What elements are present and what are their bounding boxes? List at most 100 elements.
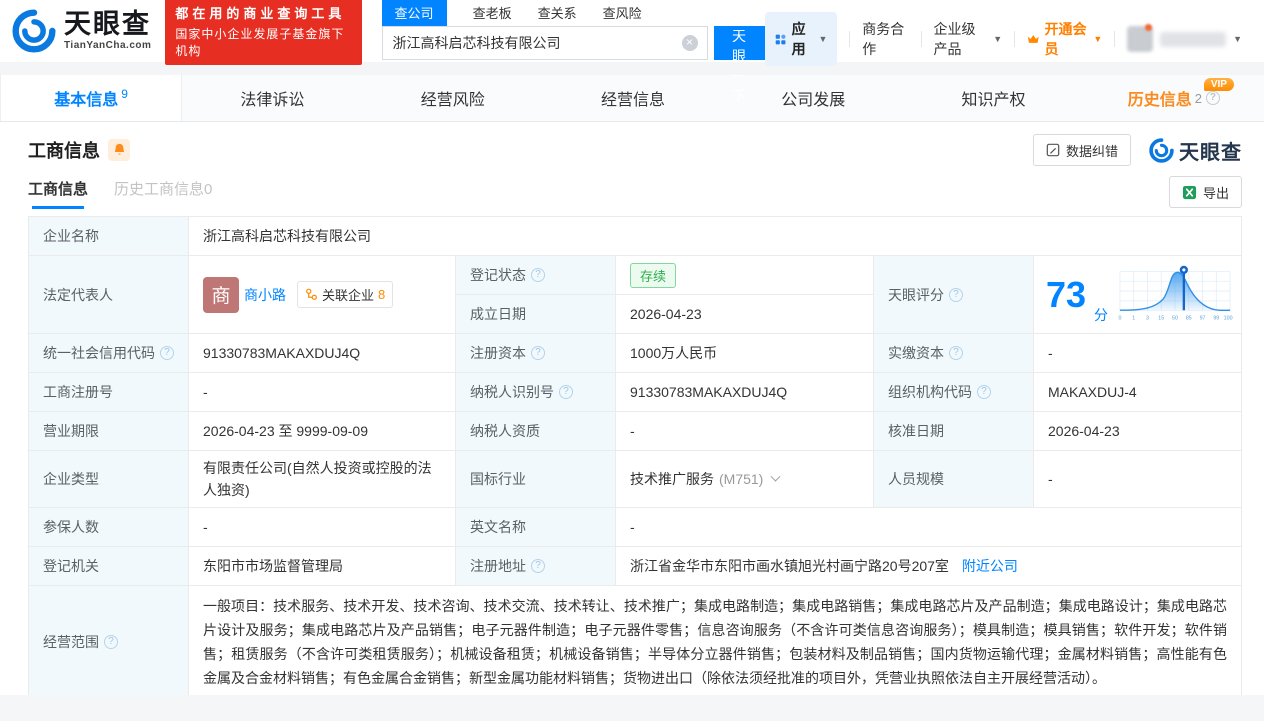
tianyancha-swirl-icon [1149,137,1174,163]
tianyancha-swirl-icon [12,9,56,53]
help-icon[interactable] [559,385,573,399]
open-vip-link[interactable]: 开通会员 ▼ [1027,19,1102,59]
status-badge: 存续 [630,262,677,288]
business-term-label: 营业期限 [29,412,189,451]
help-icon[interactable] [160,346,174,360]
monitor-bell-button[interactable] [108,139,130,161]
tab-operation-info[interactable]: 经营信息 [543,75,723,121]
help-icon[interactable] [949,346,963,360]
table-row: 企业名称 浙江高科启芯科技有限公司 [29,217,1241,256]
subtab-business-info[interactable]: 工商信息 [28,178,88,209]
staff-size-label: 人员规模 [874,451,1034,508]
help-icon[interactable] [531,559,545,573]
tab-intellectual-property[interactable]: 知识产权 [903,75,1083,121]
label-text: 组织机构代码 [888,384,972,400]
label-text: 纳税人识别号 [470,384,554,400]
subtab-history-business-info[interactable]: 历史工商信息0 [114,178,212,209]
industry-value[interactable]: 技术推广服务 (M751) [616,451,874,508]
staff-size-value: - [1034,451,1241,508]
related-label: 关联企业 [322,288,375,303]
business-info-table: 企业名称 浙江高科启芯科技有限公司 法定代表人 商 商小路 关联企业 8 登记状… [28,216,1243,699]
logo-title: 天眼查 [64,9,151,39]
tab-legal-litigation[interactable]: 法律诉讼 [182,75,362,121]
insured-count-label: 参保人数 [29,508,189,547]
subtab-bar: 工商信息 历史工商信息0 导出 [28,176,1242,210]
main-content: 工商信息 数据纠错 天眼查 工商信息 历史工商信息0 导出 企业名称 浙江高科启… [0,134,1264,699]
business-scope-value: 一般项目：技术服务、技术开发、技术咨询、技术交流、技术转让、技术推广；集成电路制… [203,598,1227,686]
help-icon[interactable] [949,287,963,302]
company-type-label: 企业类型 [29,451,189,508]
help-icon[interactable] [104,635,118,649]
data-correction-button[interactable]: 数据纠错 [1032,134,1131,166]
tab-history-info[interactable]: VIP 历史信息 2 [1084,75,1264,121]
search-button[interactable]: 天眼一下 [713,26,765,104]
help-icon[interactable] [531,268,545,282]
export-button[interactable]: 导出 [1168,176,1242,208]
watermark-text: 天眼查 [1179,141,1242,164]
tab-company-development[interactable]: 公司发展 [723,75,903,121]
related-count: 8 [378,287,386,302]
chevron-down-icon: ▼ [818,34,828,44]
chevron-down-icon: ▼ [1093,34,1103,44]
org-code-label: 组织机构代码 [874,373,1034,412]
company-type-value: 有限责任公司(自然人投资或控股的法人独资) [189,451,456,508]
search-tab-boss[interactable]: 查老板 [473,0,512,26]
table-row: 参保人数 - 英文名称 - [29,508,1241,547]
tab-basic-info[interactable]: 基本信息 9 [0,75,183,121]
label-text: 天眼评分 [888,286,944,303]
help-icon[interactable] [977,385,991,399]
enterprise-products-link[interactable]: 企业级产品 ▼ [933,19,1002,59]
business-term-value: 2026-04-23 至 9999-09-09 [189,412,456,451]
footer-band [0,695,1264,721]
help-icon[interactable] [531,346,545,360]
apps-menu[interactable]: 应用 ▼ [764,12,838,66]
site-logo[interactable]: 天眼查 TianYanCha.com [12,9,151,53]
logo-domain: TianYanCha.com [64,40,152,51]
label-text: 实缴资本 [888,345,944,361]
english-name-value: - [616,508,1241,547]
tick-label: 85 [1186,315,1192,321]
reg-number-label: 工商注册号 [29,373,189,412]
score-label: 天眼评分 [874,256,1034,334]
promo-banner: 都在用的商业查询工具 国家中小企业发展子基金旗下机构 [165,0,362,65]
apps-label: 应用 [791,21,806,57]
reg-address-value: 浙江省金华市东阳市画水镇旭光村画宁路20号207室 附近公司 [616,547,1241,586]
data-correction-label: 数据纠错 [1065,143,1118,159]
tab-label: 历史信息 [1127,92,1192,109]
taxpayer-qual-label: 纳税人资质 [456,412,616,451]
search-tab-relation[interactable]: 查关系 [538,0,577,26]
score-value[interactable]: 73 分 0 1 3 15 50 85 97 99 100 [1034,256,1243,334]
search-tab-risk[interactable]: 查风险 [603,0,642,26]
taxpayer-qual-value: - [616,412,874,451]
label-text: 登记状态 [470,267,526,283]
divider [920,31,922,47]
excel-icon [1182,185,1197,199]
business-scope-label: 经营范围 [29,586,189,698]
company-name-label: 企业名称 [29,217,189,256]
help-icon[interactable] [1205,91,1220,105]
credit-code-label: 统一社会信用代码 [29,334,189,373]
vip-badge: VIP [1203,78,1234,91]
legal-rep-link[interactable]: 商小路 [244,285,286,305]
clear-search-icon[interactable] [681,35,698,51]
tab-operation-risk[interactable]: 经营风险 [363,75,543,121]
legal-rep-avatar[interactable]: 商 [203,276,239,313]
tick-label: 50 [1172,315,1178,321]
credit-code-value: 91330783MAKAXDUJ4Q [189,334,456,373]
business-cooperation-link[interactable]: 商务合作 [862,19,908,59]
search-input[interactable] [381,26,708,60]
label-text: 统一社会信用代码 [43,345,155,361]
search-tab-company[interactable]: 查公司 [381,0,447,26]
tab-count: 9 [121,87,128,101]
related-companies-badge[interactable]: 关联企业 8 [297,281,394,308]
user-account[interactable]: ▼ [1127,24,1243,52]
divider [849,31,851,47]
top-header: 天眼查 TianYanCha.com 都在用的商业查询工具 国家中小企业发展子基… [0,0,1264,104]
tab-label: 经营风险 [420,92,485,109]
chevron-down-icon: ▼ [1233,34,1243,44]
nearby-companies-link[interactable]: 附近公司 [962,556,1018,576]
industry-code: (M751) [719,471,764,487]
table-row: 营业期限 2026-04-23 至 9999-09-09 纳税人资质 - 核准日… [29,412,1241,451]
tab-label: 公司发展 [781,92,846,109]
approval-date-label: 核准日期 [874,412,1034,451]
